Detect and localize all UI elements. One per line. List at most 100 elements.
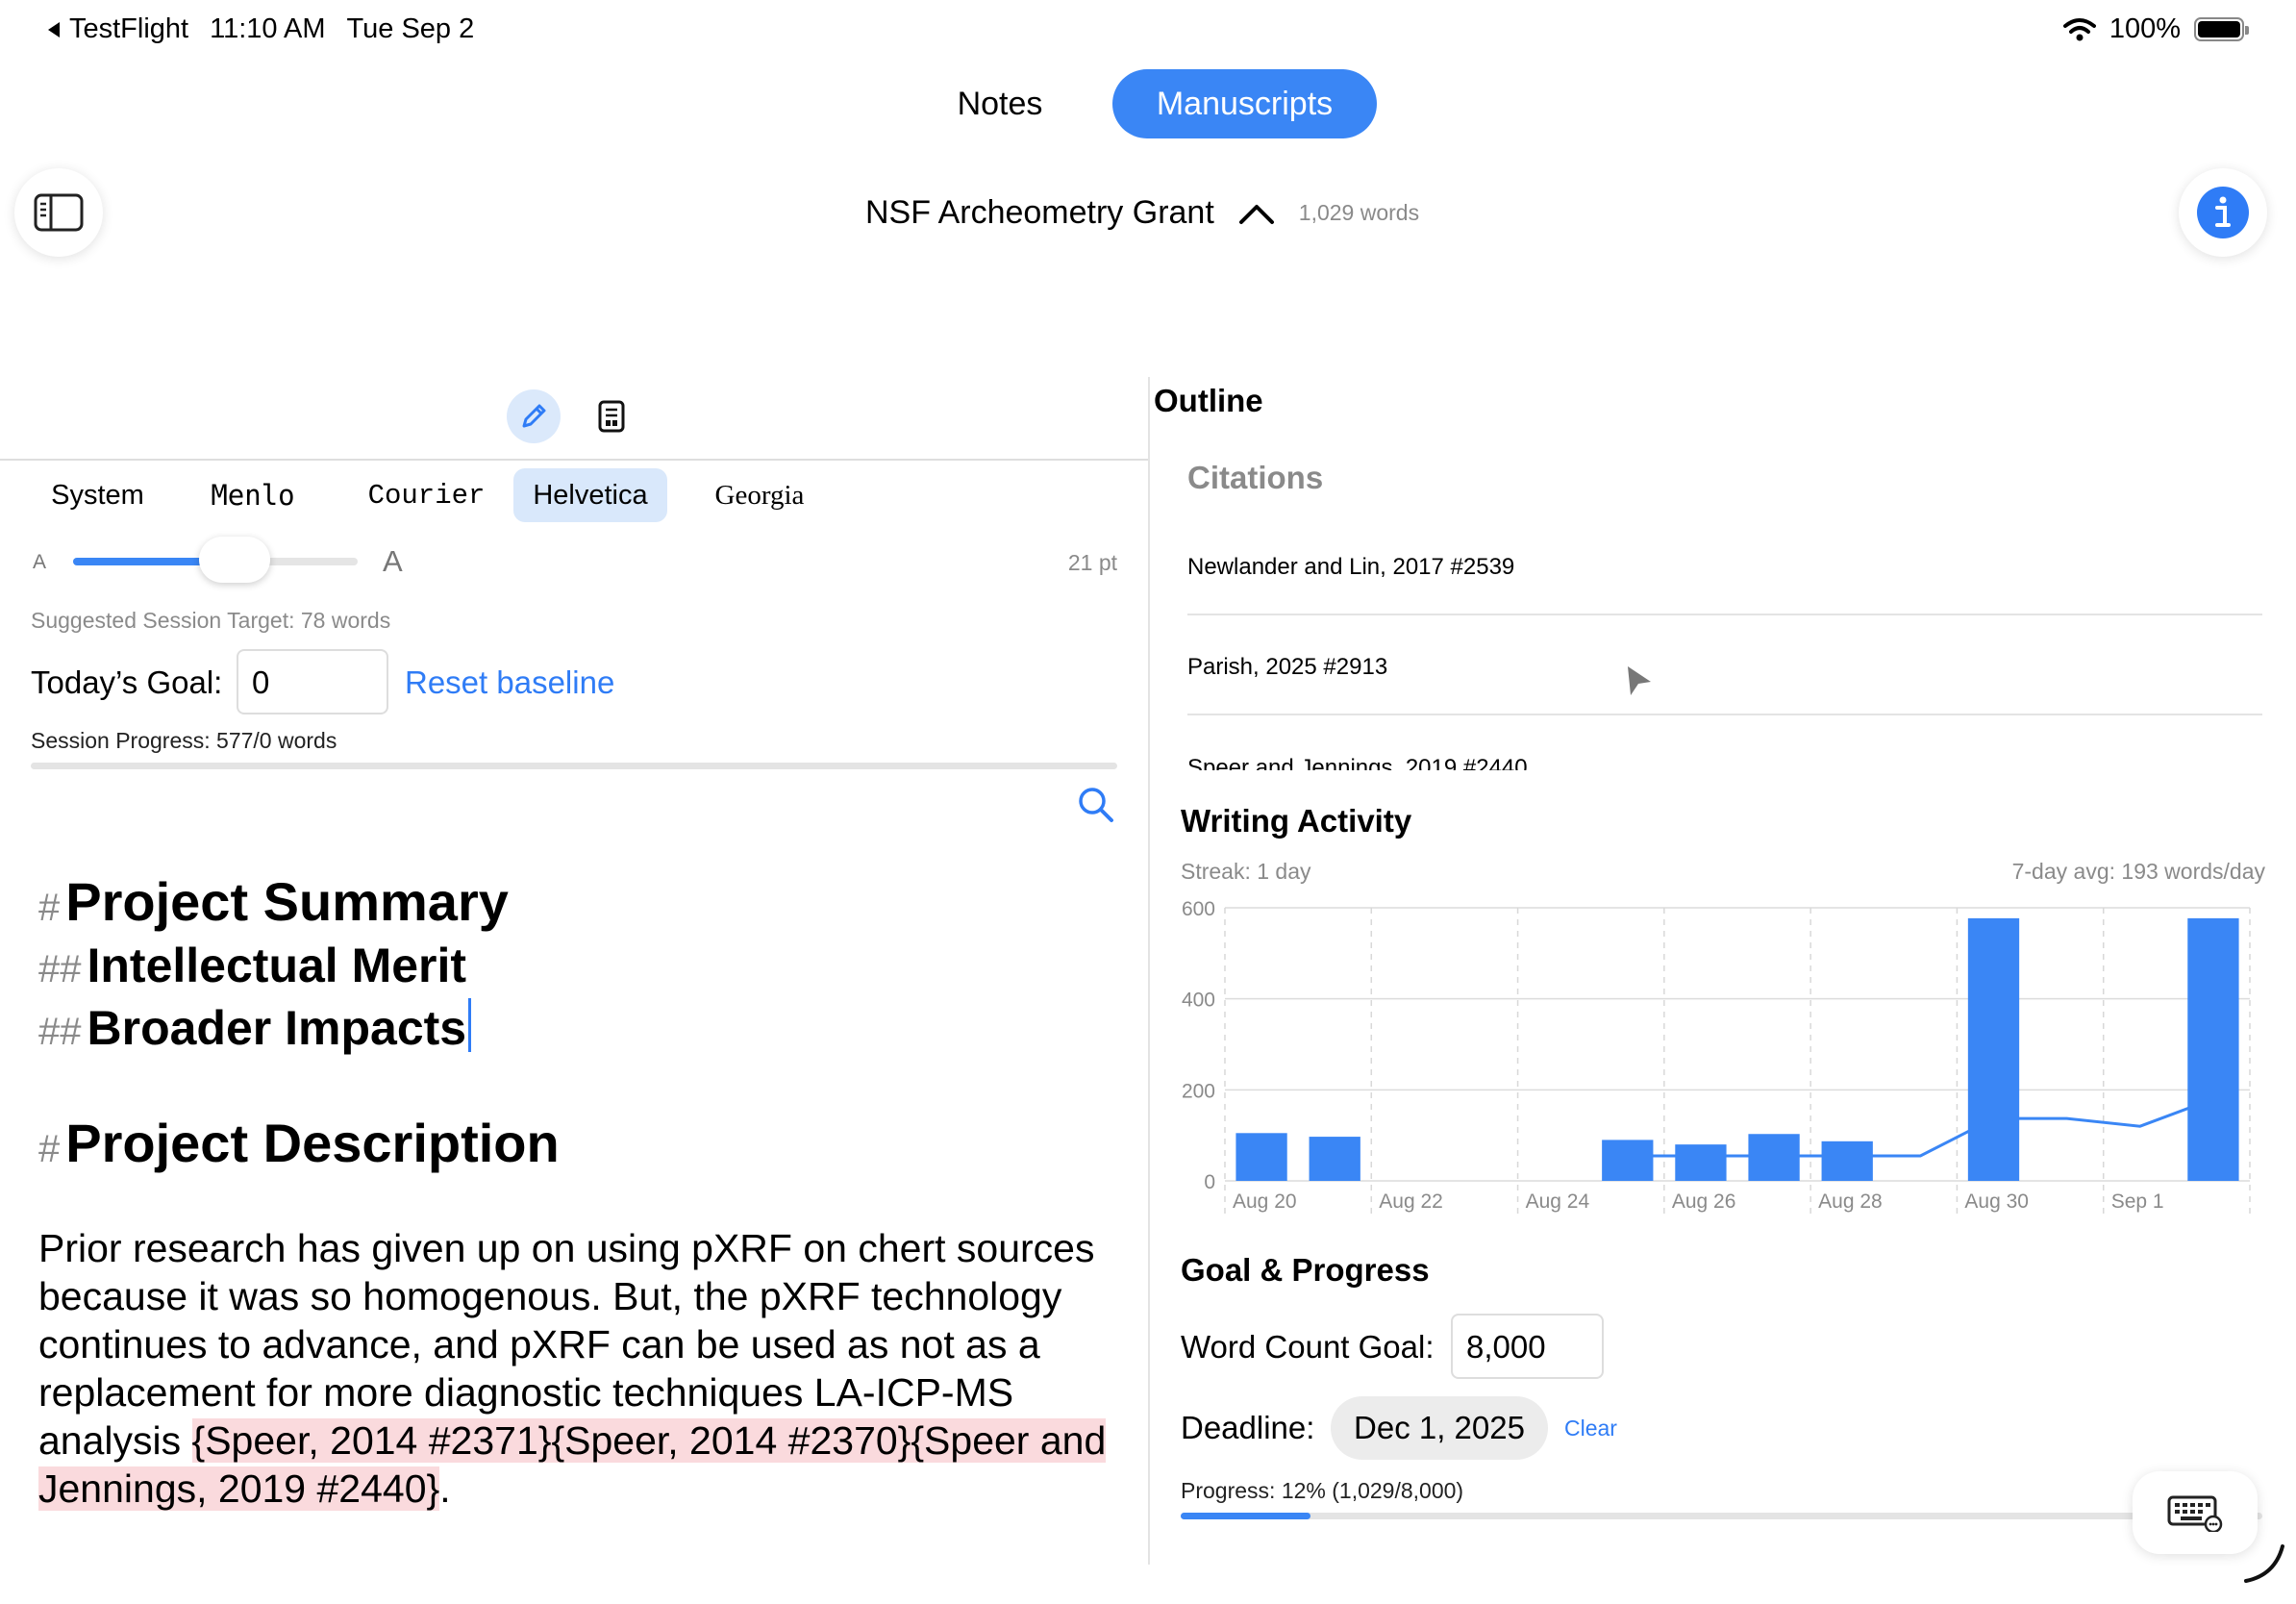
heading-marker: # [38,1128,61,1170]
edit-mode-button[interactable] [507,389,561,443]
status-bar-right: 100% [2062,13,2249,45]
word-count-goal-label: Word Count Goal: [1181,1329,1435,1365]
font-size-value: 21 pt [1067,550,1117,575]
font-picker: System Menlo Courier Helvetica Georgia [29,468,852,522]
sidebar-toggle-button[interactable] [14,168,103,257]
goal-progress-label: Progress: 12% (1,029/8,000) [1181,1478,1464,1503]
heading-project-description: # Project Description [38,1115,1115,1178]
status-date: Tue Sep 2 [346,13,475,44]
font-option-courier[interactable]: Courier [339,468,513,522]
citation-row-clipped[interactable]: Speer and Jennings, 2019 #2440 [1187,755,2262,770]
deadline-date-picker[interactable]: Dec 1, 2025 [1331,1396,1548,1460]
back-to-app-link[interactable]: TestFlight [46,13,188,45]
resize-grabber-icon[interactable] [2240,1539,2288,1587]
document-word-count: 1,029 words [1298,200,1420,225]
seven-day-average: 7-day avg: 193 words/day [2011,859,2265,884]
todays-goal-input[interactable]: 0 [237,649,388,714]
chart-bar [2187,917,2239,1181]
chart-bar [1235,1133,1287,1181]
goal-progress-bar [1181,1513,2262,1519]
heading-text: Project Description [65,1113,560,1173]
info-button[interactable] [2179,168,2267,257]
x-tick-label: Aug 22 [1379,1190,1443,1213]
font-size-slider-knob[interactable] [199,537,270,583]
keyboard-button[interactable] [2133,1471,2258,1554]
x-tick-label: Aug 26 [1672,1190,1736,1213]
writing-activity-title: Writing Activity [1181,803,1412,839]
chart-bar [1309,1137,1360,1181]
document-title-bar[interactable]: NSF Archeometry Grant 1,029 words [865,194,1419,232]
reset-baseline-button[interactable]: Reset baseline [405,664,614,701]
chart-bar [1967,917,2020,1181]
deadline-label: Deadline: [1181,1410,1315,1445]
x-tick-label: Aug 28 [1818,1190,1883,1213]
document-stats-icon [598,400,625,433]
font-option-system[interactable]: System [29,468,166,522]
sidebar-icon [34,193,84,232]
goal-progress-title: Goal & Progress [1181,1252,1430,1288]
pencil-icon [522,404,546,428]
document-title: NSF Archeometry Grant [865,194,1214,231]
chart-bar [1821,1140,1873,1181]
wifi-icon [2062,17,2096,40]
heading-marker: ## [38,948,82,990]
font-option-helvetica[interactable]: Helvetica [513,468,667,522]
clear-deadline-button[interactable]: Clear [1564,1416,1617,1441]
x-tick-label: Aug 24 [1526,1190,1590,1213]
x-tick-label: Aug 30 [1964,1190,2029,1213]
font-option-georgia[interactable]: Georgia [667,468,852,522]
chart-bar [1675,1144,1727,1181]
keyboard-icon [2167,1495,2223,1532]
session-progress-label: Session Progress: 577/0 words [31,728,337,753]
paragraph: Prior research has given up on using pXR… [38,1224,1115,1513]
font-size-slider-fill [73,558,208,565]
writing-activity-chart: 600 400 200 0 Aug 20 Aug 22 Aug 24 Aug 26 Aug 28… [1182,898,2251,1214]
stats-mode-button[interactable] [585,389,638,443]
citation-row: Speer and Jennings, 2019 #2440 [1187,755,1528,770]
citation-separator [1187,714,2262,715]
font-option-menlo[interactable]: Menlo [166,468,339,522]
todays-goal-label: Today’s Goal: [31,664,223,700]
heading-text: Broader Impacts [87,1001,467,1055]
paragraph-end: . [439,1466,451,1511]
font-size-small-label: A [33,551,47,573]
y-tick-label: 600 [1182,898,1215,920]
chart-bar [1748,1134,1800,1181]
streak-label: Streak: 1 day [1181,859,1311,884]
x-tick-label: Sep 1 [2111,1190,2164,1213]
battery-percent: 100% [2109,13,2181,44]
segment-notes[interactable]: Notes [923,69,1077,138]
search-icon[interactable] [1075,784,1117,826]
y-tick-label: 0 [1204,1171,1215,1193]
heading-project-summary: # Project Summary [38,873,1115,937]
heading-broader-impacts: ## Broader Impacts [38,998,1115,1061]
citation-row[interactable]: Newlander and Lin, 2017 #2539 [1187,554,2262,581]
chart-bar [1602,1140,1654,1181]
citation-row[interactable]: Parish, 2025 #2913 [1187,654,2262,681]
word-count-goal-input[interactable]: 8,000 [1451,1314,1604,1379]
info-icon [2197,187,2249,238]
heading-text: Project Summary [65,871,509,932]
x-tick-label: Aug 20 [1233,1190,1297,1213]
pane-divider[interactable] [1148,377,1150,1565]
heading-text: Intellectual Merit [87,939,467,992]
citation-highlight[interactable]: {Speer, 2014 #2371}{Speer, 2014 #2370}{S… [38,1418,1107,1511]
citation-separator [1187,614,2262,615]
pointer-cursor-icon [1628,666,1651,695]
heading-marker: # [38,887,61,929]
heading-marker: ## [38,1011,82,1053]
status-bar-left: TestFlight 11:10 AM Tue Sep 2 [46,13,474,45]
outline-title: Outline [1154,383,1263,418]
heading-intellectual-merit: ## Intellectual Merit [38,937,1115,998]
goal-progress-fill [1181,1513,1310,1519]
segment-manuscripts[interactable]: Manuscripts [1112,69,1377,138]
suggested-session-target: Suggested Session Target: 78 words [31,608,391,633]
battery-icon [2194,17,2249,41]
chevron-up-icon[interactable] [1237,201,1276,226]
text-caret [468,998,472,1052]
status-time: 11:10 AM [210,13,326,44]
back-triangle-icon [48,21,60,38]
citations-header: Citations [1187,460,1324,495]
y-tick-label: 400 [1182,990,1215,1012]
manuscript-editor[interactable]: # Project Summary ## Intellectual Merit ##… [38,873,1115,1513]
